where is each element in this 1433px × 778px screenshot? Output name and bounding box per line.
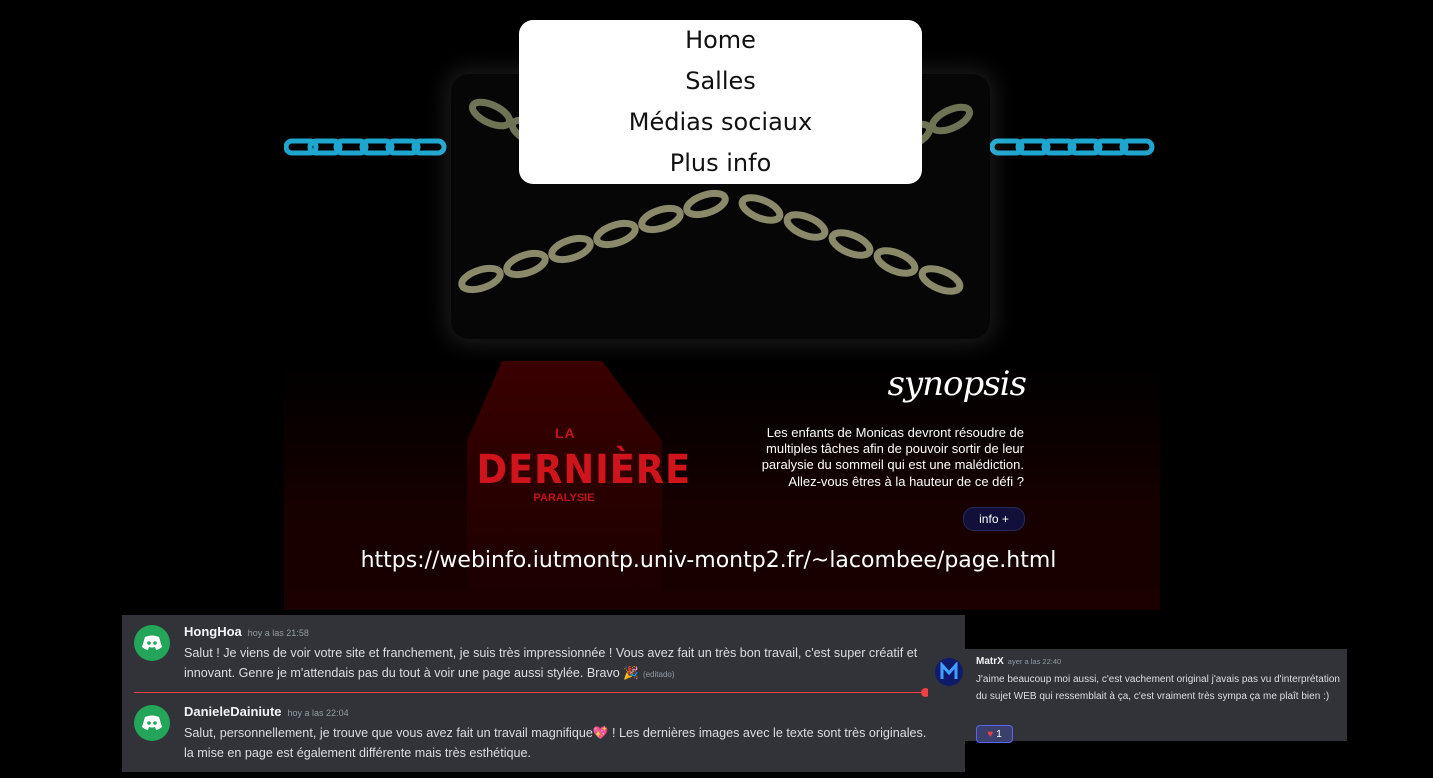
synopsis-text: Les enfants de Monicas devront résoudre … bbox=[761, 425, 1024, 489]
logo-la-text: LA bbox=[555, 425, 576, 441]
chat-panel: HongHoa hoy a las 21:58 Salut ! Je viens … bbox=[122, 615, 965, 772]
matrx-avatar-icon bbox=[940, 662, 958, 679]
chat-reply-panel: MatrX ayer a las 22:40 J'aime beaucoup mo… bbox=[928, 649, 1347, 743]
nav-menu: Home Salles Médias sociaux Plus info bbox=[519, 20, 922, 184]
message-text: Salut ! Je viens de voir votre site et f… bbox=[184, 646, 918, 680]
heart-icon: ♥ bbox=[987, 728, 994, 740]
chain-decoration-left bbox=[284, 138, 447, 156]
avatar[interactable] bbox=[935, 658, 963, 686]
nav-item-home[interactable]: Home bbox=[685, 20, 756, 61]
site-url: https://webinfo.iutmontp.univ-montp2.fr/… bbox=[360, 548, 1057, 573]
logo-subtitle: PARALYSIE bbox=[533, 492, 595, 504]
message-author[interactable]: MatrX bbox=[976, 656, 1004, 667]
message-text: J'aime beaucoup moi aussi, c'est vacheme… bbox=[976, 674, 1340, 702]
discord-icon bbox=[142, 635, 162, 650]
nav-item-medias-sociaux[interactable]: Médias sociaux bbox=[629, 102, 812, 143]
reaction-count: 1 bbox=[996, 728, 1002, 740]
nav-item-plus-info[interactable]: Plus info bbox=[670, 143, 772, 184]
logo-title: DERNIÈRE bbox=[476, 447, 692, 493]
heart-reaction-button[interactable]: ♥ 1 bbox=[976, 725, 1013, 743]
message-timestamp: hoy a las 21:58 bbox=[247, 628, 309, 638]
message-timestamp: hoy a las 22:04 bbox=[287, 708, 349, 718]
avatar[interactable] bbox=[134, 625, 170, 661]
chain-decoration-right bbox=[990, 138, 1155, 156]
message-author[interactable]: HongHoa bbox=[184, 624, 242, 639]
new-messages-divider bbox=[134, 692, 934, 693]
synopsis-heading: synopsis bbox=[887, 364, 1027, 404]
nav-item-salles[interactable]: Salles bbox=[685, 61, 756, 102]
edited-label: (editado) bbox=[642, 670, 675, 679]
info-button[interactable]: info + bbox=[963, 507, 1025, 531]
message-text: Salut, personnellement, je trouve que vo… bbox=[184, 726, 942, 760]
message-timestamp: ayer a las 22:40 bbox=[1007, 657, 1062, 666]
discord-icon bbox=[142, 715, 162, 730]
avatar[interactable] bbox=[134, 705, 170, 741]
message-author[interactable]: DanieleDainiute bbox=[184, 704, 282, 719]
